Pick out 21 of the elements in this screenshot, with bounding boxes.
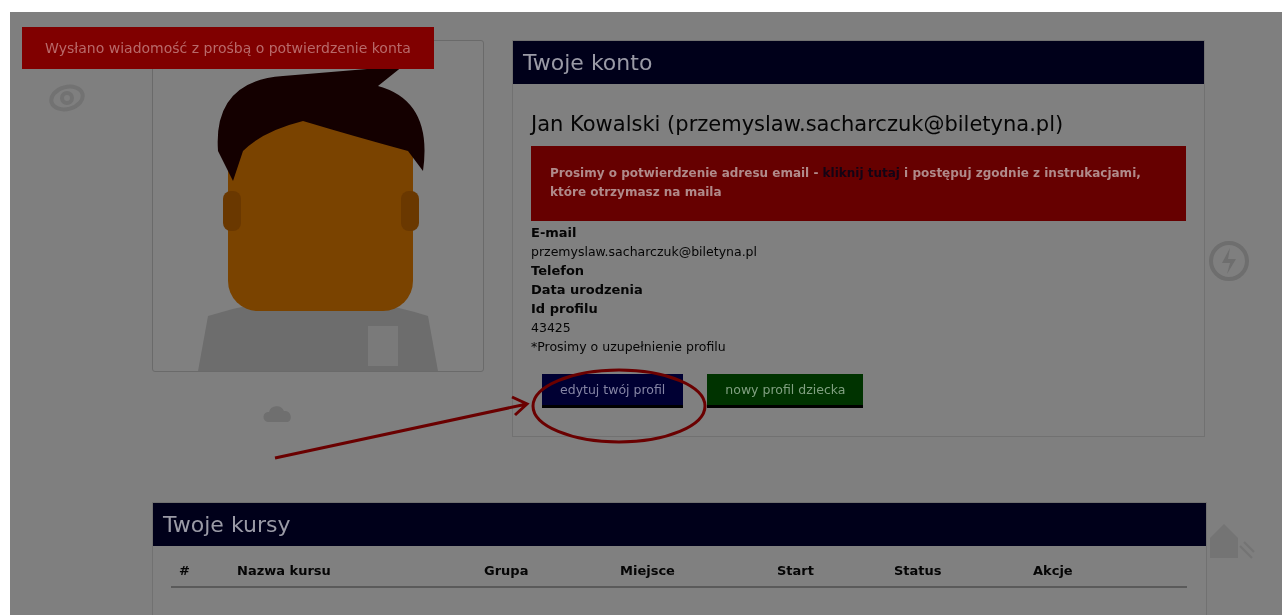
- field-value: przemyslaw.sacharczuk@biletyna.pl: [531, 243, 758, 261]
- column-header: Akcje: [1033, 563, 1074, 578]
- edit-profile-button[interactable]: edytuj twój profil: [542, 374, 684, 408]
- field-label: E-mail: [531, 224, 578, 242]
- field-label: Telefon: [531, 262, 586, 280]
- column-header: Start: [777, 563, 815, 578]
- panel-title: Twoje kursy: [153, 503, 1206, 546]
- field-label: Id profilu: [531, 300, 599, 318]
- column-header: Grupa: [484, 563, 530, 578]
- panel-title: Twoje konto: [513, 41, 1204, 84]
- account-name: Jan Kowalski (przemyslaw.sacharczuk@biletyna.pl): [531, 112, 1065, 136]
- new-child-profile-button[interactable]: nowy profil dziecka: [707, 374, 864, 408]
- notification-toast: Wysłano wiadomość z prośbą o potwierdzenie konta: [22, 27, 434, 69]
- field-label: Data urodzenia: [531, 281, 644, 299]
- field-value: *Prosimy o uzupełnienie profilu: [531, 338, 727, 356]
- column-header: Miejsce: [620, 563, 676, 578]
- column-header: #: [179, 563, 191, 578]
- column-header: Nazwa kursu: [237, 563, 332, 578]
- email-confirmation-alert: Prosimy o potwierdzenie adresu email - kliknij tutaj i postępuj zgodnie z instrukacjami, które otrzymasz na maila: [531, 146, 1186, 221]
- column-header: Status: [894, 563, 943, 578]
- field-value: 43425: [531, 319, 572, 337]
